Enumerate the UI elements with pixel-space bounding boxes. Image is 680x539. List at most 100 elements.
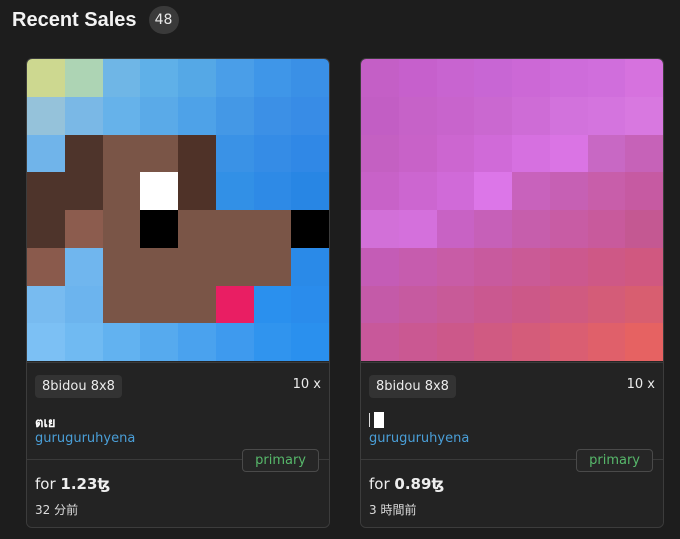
- sale-card[interactable]: 8bidou 8x8 10 x guruguruhyena primary fo…: [360, 58, 664, 528]
- pixel: [361, 134, 399, 173]
- pixel: [291, 285, 329, 324]
- pixel: [253, 134, 292, 173]
- pixel: [549, 247, 588, 286]
- pixel: [102, 96, 141, 135]
- block-glyph-icon: [374, 412, 384, 428]
- sale-time: 32 分前: [35, 503, 79, 517]
- sale-info: 8bidou 8x8 10 x ตเย guruguruhyena primar…: [27, 362, 329, 527]
- pixel: [253, 96, 292, 135]
- collection-tag[interactable]: 8bidou 8x8: [369, 375, 456, 398]
- pixel: [64, 134, 103, 173]
- pixel: [436, 247, 475, 286]
- edition-count: 10 x: [292, 377, 321, 392]
- pixel: [512, 59, 550, 97]
- pixel: [512, 134, 550, 173]
- pixel: [215, 210, 254, 248]
- page-title: Recent Sales: [12, 8, 137, 31]
- pixel: [178, 59, 216, 97]
- pixel: [140, 285, 178, 324]
- pixel: [474, 285, 512, 324]
- pixel: [398, 247, 437, 286]
- pixel: [64, 59, 103, 97]
- pixel: [291, 59, 329, 97]
- recent-sales-header: Recent Sales 48: [12, 6, 179, 34]
- pixel: [587, 285, 626, 324]
- pixel: [27, 96, 65, 135]
- pixel: [398, 172, 437, 210]
- pixel: [549, 172, 588, 210]
- pixel: [398, 59, 437, 97]
- token-name[interactable]: [369, 412, 384, 428]
- pixel: [625, 59, 663, 97]
- pixel: [27, 172, 65, 210]
- pixel: [512, 210, 550, 248]
- pixel: [253, 210, 292, 248]
- pixel: [625, 96, 663, 135]
- text-cursor-icon: [369, 413, 370, 427]
- pixel: [102, 247, 141, 286]
- pixel: [140, 323, 178, 361]
- pixel: [474, 210, 512, 248]
- pixel: [436, 285, 475, 324]
- sale-type-badge: primary: [242, 449, 319, 472]
- creator-link[interactable]: guruguruhyena: [35, 431, 135, 446]
- pixel: [27, 59, 65, 97]
- pixel: [102, 59, 141, 97]
- pixel: [474, 96, 512, 135]
- pixel: [253, 59, 292, 97]
- pixel: [64, 285, 103, 324]
- pixel: [64, 96, 103, 135]
- pixel: [361, 323, 399, 361]
- pixel: [178, 210, 216, 248]
- pixel: [474, 172, 512, 210]
- pixel: [178, 285, 216, 324]
- sale-info: 8bidou 8x8 10 x guruguruhyena primary fo…: [361, 362, 663, 527]
- pixel: [140, 59, 178, 97]
- pixel: [102, 172, 141, 210]
- token-name[interactable]: ตเย: [35, 412, 56, 433]
- pixel: [291, 210, 329, 248]
- price-amount: 0.89ꜩ: [394, 475, 445, 493]
- pixel: [178, 96, 216, 135]
- pixel: [102, 210, 141, 248]
- pixel-artwork[interactable]: [361, 59, 663, 361]
- pixel: [587, 172, 626, 210]
- pixel: [361, 247, 399, 286]
- pixel: [474, 247, 512, 286]
- pixel: [215, 323, 254, 361]
- pixel: [549, 134, 588, 173]
- pixel: [587, 134, 626, 173]
- pixel: [398, 210, 437, 248]
- pixel: [27, 247, 65, 286]
- pixel: [291, 134, 329, 173]
- pixel: [215, 172, 254, 210]
- sale-type-badge: primary: [576, 449, 653, 472]
- sale-price: for 1.23ꜩ: [35, 475, 110, 493]
- pixel: [549, 59, 588, 97]
- pixel: [27, 285, 65, 324]
- pixel: [398, 323, 437, 361]
- pixel: [253, 172, 292, 210]
- pixel: [361, 210, 399, 248]
- pixel: [549, 285, 588, 324]
- pixel: [215, 59, 254, 97]
- pixel: [625, 134, 663, 173]
- pixel: [291, 172, 329, 210]
- pixel: [587, 59, 626, 97]
- pixel: [361, 59, 399, 97]
- pixel: [140, 172, 178, 210]
- sale-card[interactable]: 8bidou 8x8 10 x ตเย guruguruhyena primar…: [26, 58, 330, 528]
- creator-link[interactable]: guruguruhyena: [369, 431, 469, 446]
- pixel: [587, 323, 626, 361]
- pixel-artwork[interactable]: [27, 59, 329, 361]
- pixel: [178, 323, 216, 361]
- collection-tag[interactable]: 8bidou 8x8: [35, 375, 122, 398]
- pixel: [64, 323, 103, 361]
- pixel: [587, 96, 626, 135]
- pixel: [436, 323, 475, 361]
- pixel: [549, 96, 588, 135]
- pixel: [625, 323, 663, 361]
- pixel: [140, 210, 178, 248]
- pixel: [549, 323, 588, 361]
- pixel: [625, 285, 663, 324]
